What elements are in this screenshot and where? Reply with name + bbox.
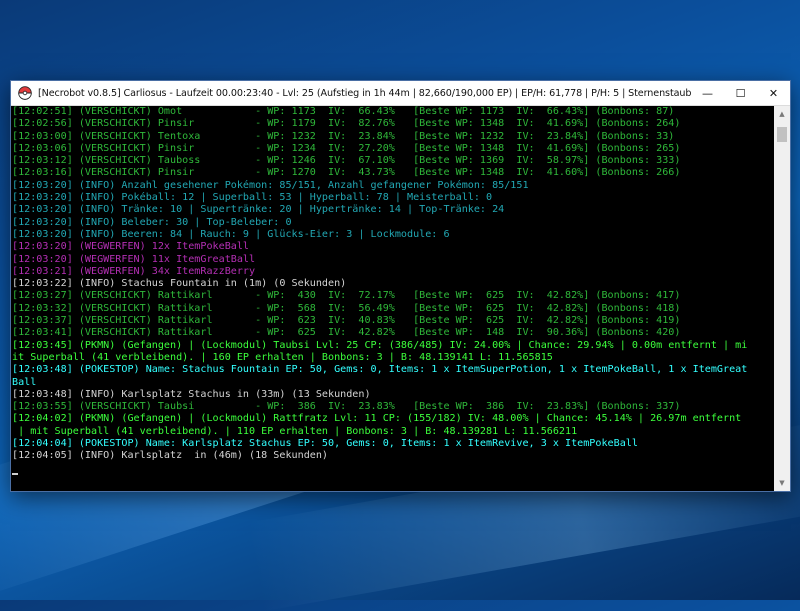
pokeball-app-icon (18, 86, 32, 100)
console-line: [12:03:20] (INFO) Pokéball: 12 | Superba… (12, 192, 493, 204)
console-log: [12:02:51] (VERSCHICKT) Omot - WP: 1173 … (11, 106, 773, 475)
console-line: [12:03:20] (INFO) Beeren: 84 | Rauch: 9 … (12, 228, 450, 240)
scroll-down-icon[interactable]: ▼ (774, 475, 790, 491)
console-line: [12:03:21] (WEGWERFEN) 34x ItemRazzBerry (12, 265, 256, 277)
console-line: it Superball (41 verbleibend). | 160 EP … (12, 351, 553, 363)
console-line: [12:03:20] (INFO) Anzahl gesehener Pokém… (12, 179, 529, 191)
close-button[interactable]: ✕ (757, 81, 790, 105)
console-line: [12:02:51] (VERSCHICKT) Omot - WP: 1173 … (12, 106, 675, 117)
title-bar[interactable]: [Necrobot v0.8.5] Carliosus - Laufzeit 0… (11, 81, 790, 106)
console-output[interactable]: [12:02:51] (VERSCHICKT) Omot - WP: 1173 … (11, 106, 790, 491)
console-line: [12:03:06] (VERSCHICKT) Pinsir - WP: 123… (12, 142, 681, 154)
console-line: [12:03:27] (VERSCHICKT) Rattikarl - WP: … (12, 290, 681, 302)
console-line: [12:03:16] (VERSCHICKT) Pinsir - WP: 127… (12, 167, 681, 179)
console-line: [12:04:05] (INFO) Karlsplatz in (46m) (1… (12, 450, 329, 462)
console-line: [12:04:04] (POKESTOP) Name: Karlsplatz S… (12, 438, 638, 450)
minimize-button[interactable]: — (691, 81, 724, 105)
console-line: Ball (12, 376, 37, 388)
console-window: [Necrobot v0.8.5] Carliosus - Laufzeit 0… (10, 80, 791, 492)
console-line: [12:03:37] (VERSCHICKT) Rattikarl - WP: … (12, 315, 681, 327)
console-line: [12:02:56] (VERSCHICKT) Pinsir - WP: 117… (12, 118, 681, 130)
console-line: | mit Superball (41 verbleibend). | 110 … (12, 425, 578, 437)
console-line: [12:03:12] (VERSCHICKT) Tauboss - WP: 12… (12, 155, 681, 167)
window-title: [Necrobot v0.8.5] Carliosus - Laufzeit 0… (38, 87, 691, 99)
console-line: [12:03:48] (POKESTOP) Name: Stachus Foun… (12, 364, 748, 376)
console-line: [12:03:20] (WEGWERFEN) 11x ItemGreatBall (12, 253, 256, 265)
console-line: [12:03:45] (PKMN) (Gefangen) | (Lockmodu… (12, 339, 748, 351)
maximize-button[interactable]: ☐ (724, 81, 757, 105)
console-line: [12:04:02] (PKMN) (Gefangen) | (Lockmodu… (12, 413, 742, 425)
console-line: [12:03:41] (VERSCHICKT) Rattikarl - WP: … (12, 327, 681, 339)
console-line: [12:03:20] (WEGWERFEN) 12x ItemPokeBall (12, 241, 250, 253)
console-line: [12:03:00] (VERSCHICKT) Tentoxa - WP: 12… (12, 130, 675, 142)
vertical-scrollbar[interactable]: ▲ ▼ (774, 106, 790, 491)
text-cursor (12, 472, 18, 475)
console-line: [12:03:22] (INFO) Stachus Fountain in (1… (12, 278, 347, 290)
console-line: [12:03:55] (VERSCHICKT) Taubsi - WP: 386… (12, 401, 681, 413)
scroll-thumb[interactable] (777, 127, 787, 142)
console-line: [12:03:20] (INFO) Tränke: 10 | Superträn… (12, 204, 505, 216)
console-line: [12:03:20] (INFO) Beleber: 30 | Top-Bele… (12, 216, 292, 228)
console-cursor-line (11, 463, 773, 475)
scroll-up-icon[interactable]: ▲ (774, 106, 790, 122)
console-line: [12:03:32] (VERSCHICKT) Rattikarl - WP: … (12, 302, 681, 314)
console-line: [12:03:48] (INFO) Karlsplatz Stachus in … (12, 388, 371, 400)
